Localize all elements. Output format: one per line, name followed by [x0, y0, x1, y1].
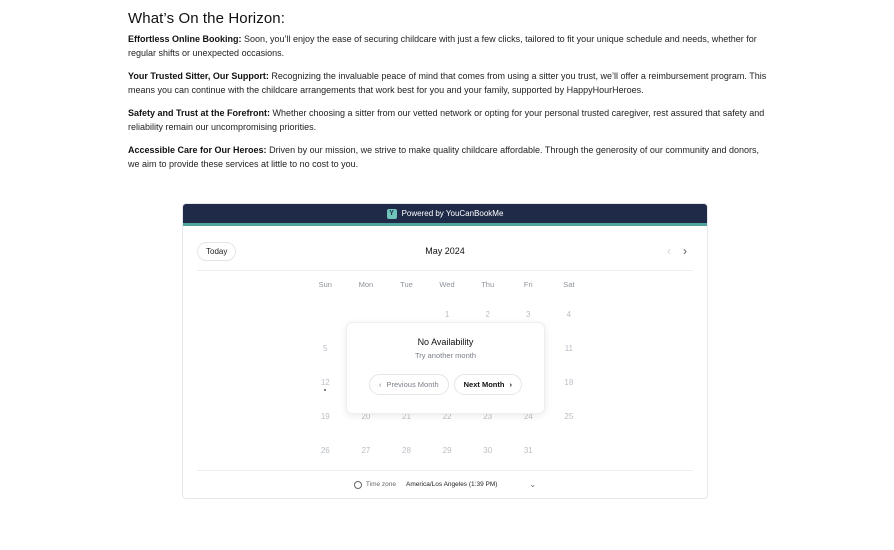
weekday-label: Sun	[318, 280, 332, 289]
day-cell: 11	[564, 344, 574, 353]
chevron-right-icon: ›	[509, 380, 512, 389]
chevron-down-icon[interactable]: ⌄	[529, 480, 536, 489]
day-cell: 19	[320, 412, 330, 421]
popup-actions: ‹ Previous Month Next Month ›	[347, 374, 544, 395]
previous-month-button[interactable]: ‹ Previous Month	[369, 374, 449, 395]
day-cell: 29	[442, 446, 452, 455]
day-cell: 31	[523, 446, 533, 455]
paragraph-lead: Your Trusted Sitter, Our Support:	[128, 71, 269, 81]
powered-by-link[interactable]: Powered by YouCanBookMe	[402, 209, 504, 218]
next-month-button[interactable]: Next Month ›	[453, 374, 522, 395]
no-availability-popup: No Availability Try another month ‹ Previ…	[346, 322, 545, 414]
day-cell: 4	[566, 310, 572, 319]
button-label: Next Month	[463, 380, 505, 389]
today-dot-icon	[324, 389, 327, 391]
paragraph-booking: Effortless Online Booking: Soon, you’ll …	[128, 32, 768, 60]
paragraph-lead: Effortless Online Booking:	[128, 34, 242, 44]
divider	[197, 470, 693, 471]
section-heading: What’s On the Horizon:	[128, 10, 285, 27]
booking-widget: Y Powered by YouCanBookMe Today May 2024…	[182, 203, 708, 499]
today-button[interactable]: Today	[197, 241, 237, 261]
day-cell-today: 12	[305, 378, 346, 412]
popup-subtitle: Try another month	[415, 351, 476, 360]
divider	[197, 270, 693, 271]
paragraph-sitter: Your Trusted Sitter, Our Support: Recogn…	[128, 69, 768, 97]
timezone-label: Time zone	[365, 481, 396, 488]
weekday-label: Wed	[439, 280, 455, 289]
youcanbookme-logo-icon: Y	[386, 208, 397, 219]
weekday-label: Tue	[400, 280, 413, 289]
popup-title: No Availability	[417, 337, 474, 347]
widget-header[interactable]: Y Powered by YouCanBookMe	[183, 204, 707, 226]
day-cell: 26	[320, 446, 330, 455]
paragraph-safety: Safety and Trust at the Forefront: Wheth…	[128, 106, 768, 134]
paragraph-lead: Accessible Care for Our Heroes:	[128, 145, 267, 155]
globe-icon	[353, 480, 362, 489]
weekday-label: Fri	[523, 280, 533, 289]
chevron-right-icon[interactable]: ›	[683, 244, 687, 258]
day-cell: 30	[483, 446, 493, 455]
timezone-selector[interactable]: Time zone America/Los Angeles (1:39 PM) …	[197, 480, 693, 489]
timezone-value: America/Los Angeles (1:39 PM)	[406, 481, 498, 488]
calendar-week: 19 20 21 22 23 24 25	[305, 412, 589, 446]
month-title: May 2024	[425, 246, 465, 256]
day-cell	[549, 446, 590, 480]
button-label: Previous Month	[386, 380, 439, 389]
article-section: What’s On the Horizon: Effortless Online…	[128, 10, 768, 180]
day-cell	[305, 310, 346, 344]
weekday-label: Sat	[563, 280, 575, 289]
day-cell: 22	[442, 412, 452, 421]
calendar-week: 26 27 28 29 30 31	[305, 446, 589, 480]
paragraph-accessible: Accessible Care for Our Heroes: Driven b…	[128, 143, 768, 171]
day-cell: 27	[361, 446, 371, 455]
chevron-left-icon: ‹	[379, 380, 382, 389]
day-cell: 28	[402, 446, 411, 455]
calendar-toolbar: Today May 2024 ‹ ›	[197, 240, 693, 262]
day-cell: 5	[323, 344, 328, 353]
day-cell: 24	[523, 412, 533, 421]
weekday-label: Thu	[481, 280, 495, 289]
day-cell: 21	[402, 412, 411, 421]
day-cell: 20	[361, 412, 371, 421]
day-number: 12	[320, 378, 330, 387]
weekday-label: Mon	[358, 280, 374, 289]
weekday-header-row: Sun Mon Tue Wed Thu Fri Sat	[305, 280, 589, 310]
day-cell: 23	[483, 412, 493, 421]
paragraph-lead: Safety and Trust at the Forefront:	[128, 108, 271, 118]
month-nav: ‹ ›	[667, 244, 687, 258]
chevron-left-icon[interactable]: ‹	[667, 244, 671, 258]
day-cell: 18	[564, 378, 574, 387]
day-cell: 25	[564, 412, 574, 421]
